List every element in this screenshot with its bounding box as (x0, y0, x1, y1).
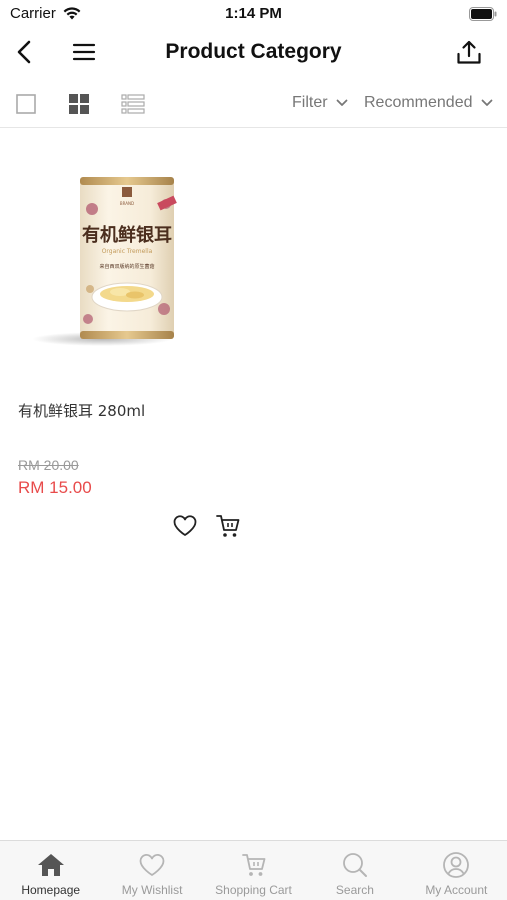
tab-label: Search (335, 883, 374, 897)
tab-label: My Wishlist (121, 883, 183, 897)
product-card[interactable]: BRAND 有机鲜银耳 Organic Tremella 来自西双版纳的原生菌菇… (0, 129, 253, 549)
tab-label: My Account (425, 883, 488, 897)
user-icon (441, 850, 471, 880)
cart-icon (216, 515, 240, 537)
list-view-icon (121, 94, 145, 114)
heart-icon (137, 850, 167, 880)
product-image[interactable]: BRAND 有机鲜银耳 Organic Tremella 来自西双版纳的原生菌菇 (30, 169, 190, 349)
sale-price: RM 15.00 (18, 478, 92, 497)
navigation-bar: Product Category (0, 28, 507, 76)
home-icon (36, 850, 66, 880)
can-subtitle-text: Organic Tremella (102, 248, 153, 255)
original-price: RM 20.00 (18, 457, 79, 473)
can-title-text: 有机鲜银耳 (82, 224, 172, 246)
status-bar: Carrier 1:14 PM (0, 0, 507, 28)
heart-icon (173, 515, 197, 536)
add-to-wishlist-button[interactable] (171, 512, 199, 540)
cart-icon (239, 850, 269, 880)
add-to-cart-button[interactable] (214, 512, 242, 540)
tab-shopping-cart[interactable]: Shopping Cart (203, 841, 304, 900)
clock: 1:14 PM (225, 5, 282, 22)
share-upload-icon (457, 40, 481, 64)
svg-text:BRAND: BRAND (120, 201, 134, 206)
list-view-button[interactable] (121, 93, 145, 115)
grid-view-button[interactable] (67, 93, 91, 115)
square-view-icon (16, 94, 36, 114)
can-tagline-text: 来自西双版纳的原生菌菇 (99, 263, 154, 270)
chevron-down-icon (481, 99, 492, 106)
share-button[interactable] (453, 36, 485, 68)
product-name[interactable]: 有机鲜银耳 280ml (18, 400, 145, 421)
tab-label: Shopping Cart (215, 883, 292, 897)
search-icon (340, 850, 370, 880)
chevron-down-icon (336, 99, 347, 106)
tab-label: Homepage (21, 883, 81, 897)
tab-my-wishlist[interactable]: My Wishlist (101, 841, 202, 900)
bottom-tab-bar: Homepage My Wishlist Shopping Cart Searc… (0, 840, 507, 900)
grid-view-icon (69, 94, 89, 114)
single-view-button[interactable] (14, 93, 38, 115)
page-title: Product Category (165, 40, 342, 63)
view-toolbar: Filter Recommended (0, 80, 507, 128)
battery-icon (469, 7, 497, 26)
tab-search[interactable]: Search (304, 841, 405, 900)
tab-my-account[interactable]: My Account (406, 841, 507, 900)
filter-dropdown[interactable]: Filter (292, 94, 348, 112)
tab-homepage[interactable]: Homepage (0, 841, 101, 900)
filter-label: Filter (292, 94, 328, 111)
sort-dropdown[interactable]: Recommended (364, 94, 493, 112)
sort-label: Recommended (364, 94, 473, 111)
